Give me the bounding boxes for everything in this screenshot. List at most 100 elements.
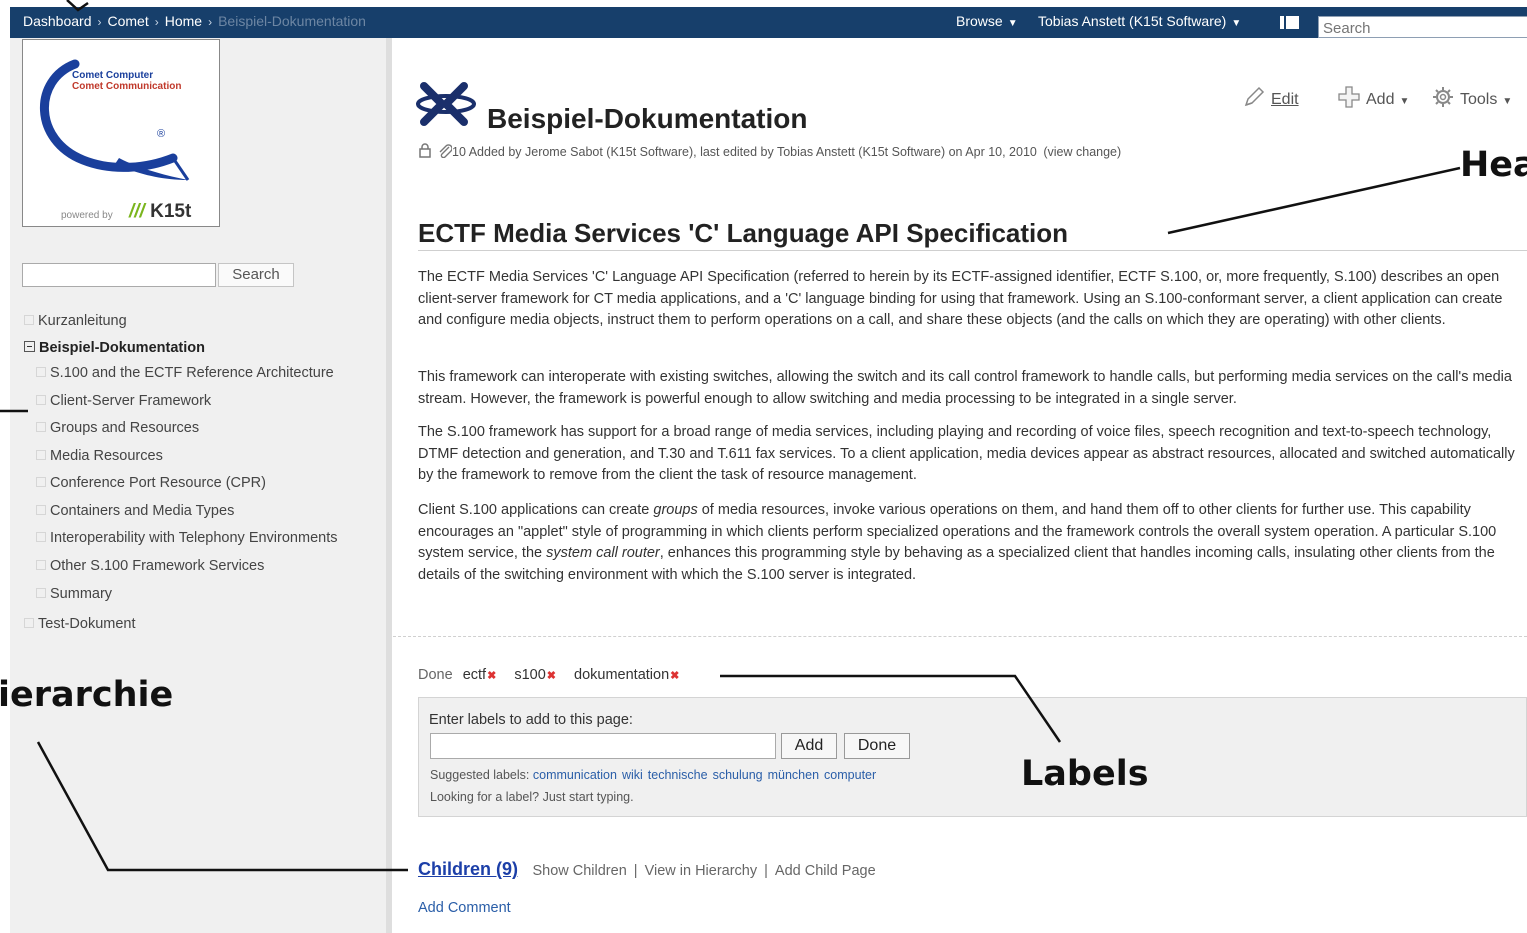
tree-item-test-dokument[interactable]: Test-Dokument [24, 616, 136, 632]
bullet-icon [36, 422, 46, 432]
tree-item-beispiel-dokumentation[interactable]: Beispiel-Dokumentation [24, 340, 205, 356]
breadcrumb-separator-icon: › [97, 15, 102, 29]
separator: | [633, 863, 638, 879]
plus-icon [1338, 86, 1360, 108]
add-labels-panel: Enter labels to add to this page: Add Do… [418, 697, 1527, 817]
remove-label-icon[interactable]: ✖ [547, 670, 556, 682]
document-heading: ECTF Media Services 'C' Language API Spe… [418, 218, 1069, 248]
label-tag[interactable]: dokumentation✖ [574, 667, 679, 683]
tree-item-groups-resources[interactable]: Groups and Resources [36, 420, 199, 436]
suggested-label[interactable]: technische [648, 768, 708, 782]
lock-icon[interactable] [418, 143, 432, 158]
bullet-icon [36, 477, 46, 487]
paragraph-2: This framework can interoperate with exi… [418, 369, 1512, 407]
add-menu-button[interactable]: Add ▼ [1338, 86, 1409, 109]
annotation-heading: Hea [1460, 145, 1527, 185]
tree-item-reference-architecture[interactable]: S.100 and the ECTF Reference Architectur… [36, 365, 334, 381]
attachment-icon[interactable] [438, 144, 453, 159]
bullet-icon [36, 395, 46, 405]
k15t-logo: /// K15t [129, 201, 192, 222]
collapse-icon[interactable] [24, 341, 35, 352]
content-divider [393, 636, 1527, 637]
add-label-button[interactable]: Add [781, 733, 837, 759]
registered-mark: ® [157, 128, 166, 140]
labels-list: Done ectf✖ s100✖ dokumentation✖ [418, 667, 693, 683]
label-tag[interactable]: ectf✖ [463, 667, 497, 683]
add-child-page-link[interactable]: Add Child Page [775, 863, 876, 879]
annotation-hierarchy: ierarchie [0, 675, 174, 715]
suggested-label[interactable]: wiki [622, 768, 643, 782]
tree-item-summary[interactable]: Summary [36, 586, 112, 602]
comet-swoosh-icon [39, 59, 190, 181]
bullet-icon [36, 588, 46, 598]
bullet-icon [24, 315, 34, 325]
breadcrumb-dashboard[interactable]: Dashboard [23, 13, 92, 29]
tree-item-client-server[interactable]: Client-Server Framework [36, 393, 211, 409]
labels-hint: Looking for a label? Just start typing. [430, 790, 634, 804]
sidebar-search-input[interactable] [22, 263, 216, 287]
suggested-label[interactable]: computer [824, 768, 876, 782]
add-comment-link[interactable]: Add Comment [418, 900, 511, 916]
browse-menu[interactable]: Browse ▼ [956, 13, 1018, 29]
view-change-link[interactable]: (view change) [1043, 145, 1121, 159]
label-input[interactable] [430, 733, 776, 759]
powered-by-text: powered by [61, 210, 113, 221]
pencil-icon [1244, 86, 1265, 107]
chevron-down-icon: ▼ [1231, 18, 1242, 29]
attachment-count[interactable]: 10 [452, 145, 466, 159]
bullet-icon [36, 450, 46, 460]
add-labels-prompt: Enter labels to add to this page: [429, 712, 633, 728]
user-menu[interactable]: Tobias Anstett (K15t Software) ▼ [1038, 13, 1241, 29]
page-logo-icon [416, 82, 476, 126]
separator: | [764, 863, 768, 879]
tree-item-cpr[interactable]: Conference Port Resource (CPR) [36, 475, 266, 491]
top-navigation-bar: Dashboard › Comet › Home › Beispiel-Dokumentat… [10, 7, 1527, 38]
suggested-label[interactable]: communication [533, 768, 617, 782]
view-in-hierarchy-link[interactable]: View in Hierarchy [645, 863, 758, 879]
bullet-icon [24, 618, 34, 628]
user-label: Tobias Anstett (K15t Software) [1038, 13, 1227, 29]
breadcrumb-separator-icon: › [208, 15, 213, 29]
bullet-icon [36, 532, 46, 542]
search-input[interactable] [1318, 16, 1527, 38]
paragraph-1: The ECTF Media Services 'C' Language API… [418, 269, 1503, 328]
edit-button[interactable]: Edit [1243, 86, 1299, 109]
tree-item-kurzanleitung[interactable]: Kurzanleitung [24, 313, 127, 329]
sidebar-toggle-icon[interactable] [1280, 16, 1299, 29]
done-label-button[interactable]: Done [844, 733, 910, 759]
tree-item-other-services[interactable]: Other S.100 Framework Services [36, 558, 264, 574]
chevron-down-icon: ▼ [1502, 96, 1513, 107]
breadcrumb-comet[interactable]: Comet [108, 13, 149, 29]
tools-menu-button[interactable]: Tools ▼ [1432, 86, 1512, 109]
page-title: Beispiel-Dokumentation [487, 103, 808, 134]
paragraph-4: Client S.100 applications can create gro… [418, 502, 1497, 583]
children-link[interactable]: Children (9) [418, 859, 518, 879]
show-children-link[interactable]: Show Children [532, 863, 626, 879]
suggested-label[interactable]: schulung [713, 768, 763, 782]
tree-item-interoperability[interactable]: Interoperability with Telephony Environm… [36, 530, 337, 546]
annotation-labels: Labels [1021, 754, 1149, 794]
bullet-icon [36, 367, 46, 377]
breadcrumb-current: Beispiel-Dokumentation [218, 13, 366, 29]
breadcrumb-home[interactable]: Home [165, 13, 202, 29]
remove-label-icon[interactable]: ✖ [487, 670, 496, 682]
chevron-down-icon: ▼ [1007, 18, 1018, 29]
tree-item-media-resources[interactable]: Media Resources [36, 448, 163, 464]
tree-item-containers[interactable]: Containers and Media Types [36, 503, 234, 519]
sidebar-search-button[interactable]: Search [218, 263, 294, 287]
breadcrumb-separator-icon: › [154, 15, 159, 29]
space-logo[interactable]: Comet Computer Comet Communication ® pow… [22, 39, 220, 227]
remove-label-icon[interactable]: ✖ [670, 670, 679, 682]
bullet-icon [36, 505, 46, 515]
sidebar-resize-handle[interactable] [386, 38, 392, 933]
chevron-down-icon: ▼ [1399, 96, 1410, 107]
gear-icon [1433, 87, 1453, 107]
heading-divider [418, 250, 1527, 251]
breadcrumb: Dashboard › Comet › Home › Beispiel-Dokumentat… [23, 13, 366, 29]
suggested-label[interactable]: münchen [768, 768, 819, 782]
bullet-icon [36, 560, 46, 570]
labels-done-link[interactable]: Done [418, 667, 453, 683]
page-metadata: 10 Added by Jerome Sabot (K15t Software)… [418, 143, 1121, 159]
label-tag[interactable]: s100✖ [514, 667, 556, 683]
paragraph-3: The S.100 framework has support for a br… [418, 424, 1515, 483]
